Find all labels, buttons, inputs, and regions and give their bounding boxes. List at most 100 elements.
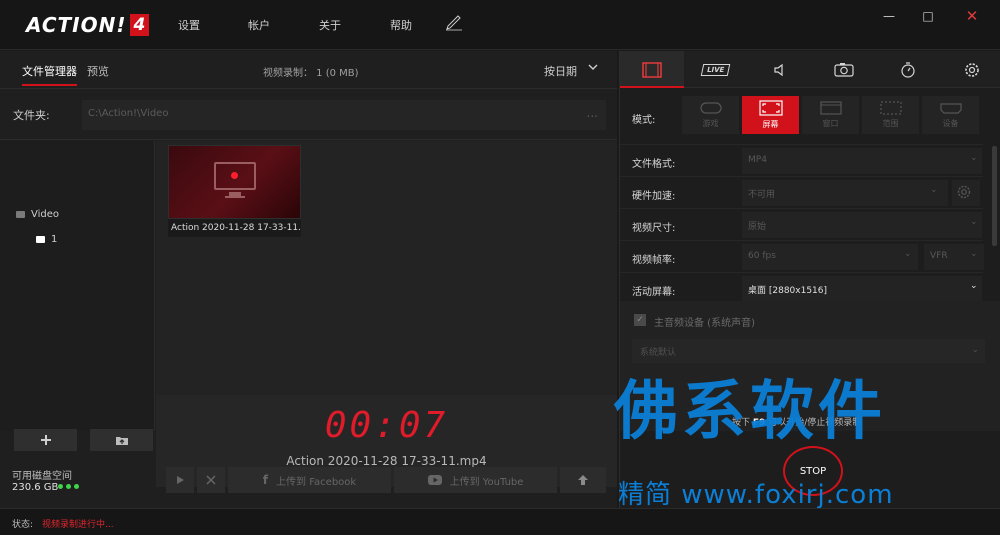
folder-label: 文件夹: [13,109,50,122]
menu-account[interactable]: 帐户 [248,17,270,33]
chevron-down-icon[interactable]: ⌄ [930,185,938,195]
setting-video-size: 视频尺寸: 原始 ⌄ [620,208,983,240]
recording-timer: 00:07 [324,405,449,446]
chevron-down-icon[interactable]: ⌄ [904,249,912,259]
youtube-icon [427,475,442,485]
setting-label: 文件格式: [632,159,676,170]
hw-accel-value: 不可用 [748,190,776,200]
setting-label: 视频帧率: [632,255,676,266]
monitor-icon [214,162,256,190]
mode-screen-button[interactable]: 屏幕 [742,96,799,134]
maximize-button[interactable]: □ [916,6,940,26]
menu-help[interactable]: 帮助 [390,17,412,33]
setting-frame-rate: 视频帧率: 60 fps ⌄ VFR ⌄ [620,240,984,272]
hw-accel-settings-button[interactable] [952,180,980,206]
stopwatch-icon [901,61,915,78]
tree-item-label: Video [31,209,60,220]
tab-file-manager[interactable]: 文件管理器 [22,63,77,86]
disk-space-value: 230.6 GB [12,482,59,493]
tab-audio[interactable] [748,51,812,88]
setting-hw-accel: 硬件加速: 不可用 ⌄ [620,176,983,208]
film-icon [642,61,662,78]
setting-label: 活动屏幕: [632,287,676,298]
tab-timer[interactable] [876,51,940,88]
frame-rate-select[interactable]: 60 fps [742,244,918,270]
mode-label-game: 游戏 [702,119,719,128]
watermark-title: 佛系软件 [614,375,886,449]
mode-label-screen: 屏幕 [762,120,779,129]
folder-icon [16,211,25,218]
tab-settings[interactable] [940,51,1000,88]
file-format-select[interactable]: MP4 [742,148,982,174]
add-folder-button[interactable] [14,429,77,451]
fullscreen-icon [758,100,783,116]
active-screen-value: 桌面 [2880x1516] [748,286,828,296]
folder-tree: Video 1 [0,141,155,431]
tree-item-1[interactable]: 1 [36,234,57,245]
setting-file-format: 文件格式: MP4 ⌄ [620,144,983,176]
video-size-select[interactable]: 原始 [742,212,982,238]
folder-upload-button[interactable] [90,429,153,451]
setting-active-screen: 活动屏幕: 桌面 [2880x1516] ⌄ [620,272,983,304]
disk-space-label: 可用磁盘空间 [12,471,72,482]
close-button[interactable]: ✕ [960,6,984,26]
upload-facebook-label: 上传到 Facebook [276,476,357,488]
mode-label-device: 设备 [942,119,959,128]
tab-live[interactable]: LIVE [684,51,748,88]
upload-facebook-button[interactable]: f 上传到 Facebook [228,467,391,493]
tab-video[interactable] [620,51,684,88]
sort-dropdown[interactable]: 按日期 [544,63,577,79]
audio-device-value: 系统默认 [640,348,677,358]
chevron-down-icon[interactable]: ⌄ [970,249,978,259]
chevron-down-icon[interactable] [588,61,598,74]
setting-label: 视频尺寸: [632,223,676,234]
status-label: 状态: [12,520,34,530]
browse-button[interactable]: ... [587,106,598,120]
gear-icon [957,185,971,199]
folder-open-icon [36,236,45,243]
delete-button[interactable] [197,467,225,493]
audio-checkbox[interactable]: ✓ [634,314,646,326]
live-icon: LIVE [701,63,731,76]
hw-accel-select[interactable]: 不可用 [742,180,948,206]
gear-icon [965,62,979,77]
logo-number: 4 [129,14,150,36]
setting-label: 硬件加速: [632,191,676,202]
upload-youtube-button[interactable]: 上传到 YouTube [394,467,557,493]
window-icon [819,101,842,115]
pen-icon[interactable] [445,15,463,34]
speaker-icon [774,63,783,76]
mode-label-area: 范围 [882,119,899,128]
logo-text: ACTION! [26,13,127,37]
mode-device-button[interactable]: 设备 [922,96,979,134]
frame-rate-value: 60 fps [748,251,776,261]
tree-item-label: 1 [51,234,58,245]
chevron-down-icon[interactable]: ⌄ [970,217,978,227]
mode-area-button[interactable]: 范围 [862,96,919,134]
preview-filename: Action 2020-11-28 17-33-11.mp4 [286,454,487,468]
menu-about[interactable]: 关于 [319,17,341,33]
tab-screenshot[interactable] [812,51,876,88]
area-icon [879,101,902,115]
upload-button[interactable] [560,467,606,493]
play-button[interactable] [166,467,194,493]
recording-count: 视频录制： 1 (0 MB) [263,68,359,79]
hdmi-icon [939,103,962,114]
mode-label-window: 窗口 [822,119,839,128]
mode-window-button[interactable]: 窗口 [802,96,859,134]
thumbnail-caption: Action 2020-11-28 17-33-11.mp4 [168,219,301,237]
file-format-value: MP4 [748,155,767,165]
active-screen-select[interactable]: 桌面 [2880x1516] [742,276,982,302]
folder-path-field[interactable]: C:\Action!\Video ... [82,100,606,130]
video-thumbnail[interactable] [168,145,301,219]
audio-device-label: 主音频设备 (系统声音) [654,318,755,329]
frame-mode-value: VFR [930,251,948,261]
mode-game-button[interactable]: 游戏 [682,96,739,134]
menu-settings[interactable]: 设置 [178,17,200,33]
chevron-down-icon[interactable]: ⌄ [970,153,978,163]
tab-preview[interactable]: 预览 [87,63,109,79]
chevron-down-icon[interactable]: ⌄ [970,281,978,291]
settings-scrollbar[interactable] [992,146,997,246]
tree-item-video[interactable]: Video [16,209,59,220]
minimize-button[interactable]: — [877,6,901,26]
